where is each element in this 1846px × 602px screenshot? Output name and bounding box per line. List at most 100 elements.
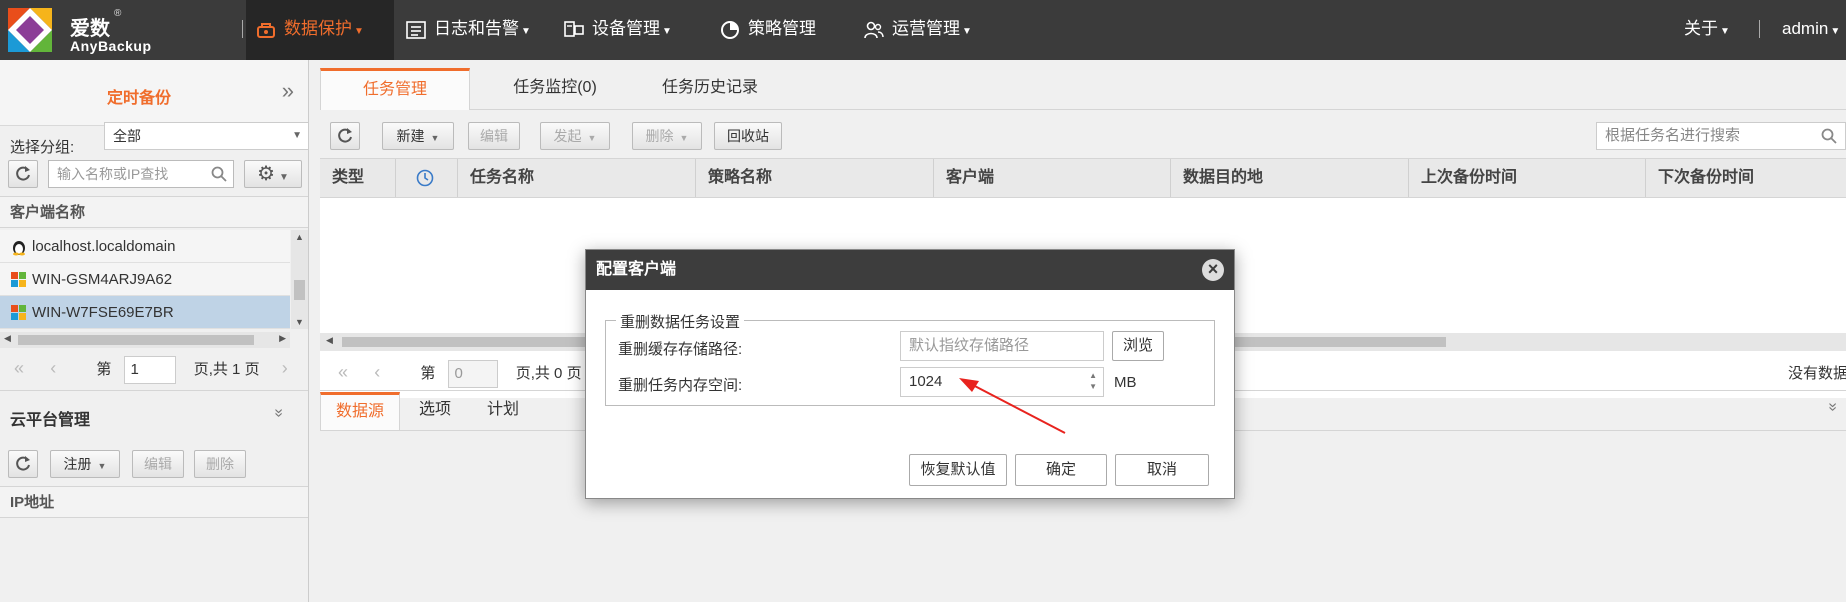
prev-page-icon[interactable]: ‹ bbox=[374, 362, 380, 382]
nav-logs-alerts[interactable]: 日志和告警 ▼ bbox=[396, 0, 546, 60]
nav-label: 设备管理 bbox=[592, 19, 660, 38]
client-list-item-selected[interactable]: WIN-W7FSE69E7BR bbox=[0, 296, 290, 329]
page-number-input[interactable]: 0 bbox=[447, 360, 498, 388]
task-search-input[interactable]: 根据任务名进行搜索 bbox=[1596, 122, 1846, 150]
register-button[interactable]: 注册 ▼ bbox=[50, 450, 120, 478]
nav-policy-management[interactable]: 策略管理 bbox=[710, 0, 840, 60]
scrollbar-thumb[interactable] bbox=[294, 280, 305, 300]
dedup-settings-fieldset: 重删数据任务设置 重删缓存存储路径: 默认指纹存储路径 浏览 重删任务内存空间:… bbox=[605, 311, 1215, 406]
no-data-text: 没有数据 bbox=[1788, 365, 1846, 382]
client-name: WIN-W7FSE69E7BR bbox=[32, 304, 174, 321]
close-icon[interactable]: × bbox=[1202, 259, 1224, 281]
refresh-clients-button[interactable] bbox=[8, 160, 38, 188]
search-icon bbox=[1821, 128, 1837, 144]
pager-prefix: 第 bbox=[420, 364, 436, 382]
nav-divider bbox=[242, 20, 243, 38]
brand-logo[interactable]: 爱数 ® AnyBackup bbox=[8, 6, 208, 54]
number-stepper[interactable]: ▲ ▼ bbox=[1089, 370, 1097, 392]
username: admin bbox=[1782, 19, 1829, 38]
prev-page-icon[interactable]: ‹ bbox=[50, 358, 56, 378]
tab-task-history[interactable]: 任务历史记录 bbox=[640, 68, 780, 110]
tab-schedule[interactable]: 计划 bbox=[470, 392, 536, 430]
new-task-button[interactable]: 新建 ▼ bbox=[382, 122, 454, 150]
group-select-value: 全部 bbox=[113, 128, 141, 144]
nav-about[interactable]: 关于 ▼ bbox=[1674, 0, 1744, 60]
column-header-policy-name[interactable]: 策略名称 bbox=[696, 159, 934, 197]
nav-about-label: 关于 bbox=[1684, 19, 1718, 38]
scrollbar-thumb[interactable] bbox=[18, 335, 254, 345]
column-header-task-name[interactable]: 任务名称 bbox=[458, 159, 696, 197]
recycle-bin-button[interactable]: 回收站 bbox=[714, 122, 782, 150]
client-name: WIN-GSM4ARJ9A62 bbox=[32, 271, 173, 288]
edit-task-button[interactable]: 编辑 bbox=[468, 122, 520, 150]
column-header-client[interactable]: 客户端 bbox=[934, 159, 1171, 197]
client-settings-button[interactable]: ⚙ ▼ bbox=[244, 160, 302, 188]
dialog-title: 配置客户端 bbox=[596, 261, 677, 278]
task-pager: « ‹ 第 0 页,共 0 页 bbox=[338, 360, 582, 388]
tab-options[interactable]: 选项 bbox=[400, 392, 470, 430]
chevron-down-icon: ▼ bbox=[292, 130, 302, 141]
dialog-title-bar: 配置客户端 × bbox=[586, 250, 1234, 290]
cloud-edit-button[interactable]: 编辑 bbox=[132, 450, 184, 478]
client-search-placeholder: 输入名称或IP查找 bbox=[57, 166, 169, 182]
refresh-icon bbox=[16, 166, 30, 181]
clock-icon bbox=[416, 169, 434, 187]
chevron-down-icon: ▼ bbox=[679, 133, 689, 143]
brand-reg-mark: ® bbox=[114, 8, 122, 19]
tab-task-monitor[interactable]: 任务监控(0) bbox=[470, 68, 640, 110]
client-name-column-header: 客户端名称 bbox=[0, 196, 308, 228]
client-list-vertical-scrollbar[interactable]: ▲ ▼ bbox=[291, 230, 308, 329]
refresh-cloud-button[interactable] bbox=[8, 450, 38, 478]
chevron-down-icon: ▼ bbox=[430, 133, 440, 143]
first-page-icon[interactable]: « bbox=[14, 358, 24, 378]
left-panel-header: 定时备份 » bbox=[0, 60, 308, 126]
chevron-down-icon: ▼ bbox=[354, 26, 364, 37]
column-header-destination[interactable]: 数据目的地 bbox=[1171, 159, 1409, 197]
chevron-down-icon: ▼ bbox=[662, 26, 672, 37]
page-number-input[interactable]: 1 bbox=[123, 356, 176, 384]
ok-button[interactable]: 确定 bbox=[1015, 454, 1107, 486]
client-list-horizontal-scrollbar[interactable]: ◀ ▶ bbox=[0, 332, 290, 348]
start-task-button[interactable]: 发起 ▼ bbox=[540, 122, 610, 150]
group-select-label: 选择分组: bbox=[10, 139, 75, 156]
group-select[interactable]: 全部 ▼ bbox=[104, 122, 309, 150]
next-page-icon[interactable]: › bbox=[282, 358, 288, 378]
nav-device-management[interactable]: 设备管理 ▼ bbox=[554, 0, 694, 60]
cache-path-placeholder: 默认指纹存储路径 bbox=[909, 337, 1030, 354]
cancel-button[interactable]: 取消 bbox=[1115, 454, 1209, 486]
cache-path-input[interactable]: 默认指纹存储路径 bbox=[900, 331, 1104, 361]
start-task-label: 发起 bbox=[553, 128, 582, 144]
cache-path-label: 重删缓存存储路径: bbox=[618, 341, 743, 358]
column-header-status[interactable] bbox=[396, 159, 458, 197]
chevron-down-icon: ▼ bbox=[521, 26, 531, 37]
collapse-panel-icon[interactable]: » bbox=[282, 78, 294, 104]
users-icon bbox=[864, 21, 884, 38]
nav-user-menu[interactable]: admin ▼ bbox=[1772, 0, 1846, 60]
expand-detail-icon[interactable]: » bbox=[1823, 403, 1841, 412]
refresh-tasks-button[interactable] bbox=[330, 122, 360, 150]
windows-icon bbox=[11, 272, 26, 287]
tab-data-source[interactable]: 数据源 bbox=[320, 392, 400, 430]
chevron-down-icon: ▼ bbox=[279, 172, 289, 183]
expand-section-icon[interactable]: » bbox=[269, 409, 287, 418]
restore-defaults-button[interactable]: 恢复默认值 bbox=[909, 454, 1007, 486]
delete-task-button[interactable]: 删除 ▼ bbox=[632, 122, 702, 150]
scroll-up-icon: ▲ bbox=[295, 232, 304, 242]
nav-data-protection[interactable]: 数据保护 ▼ bbox=[246, 0, 394, 60]
client-list-item[interactable]: localhost.localdomain bbox=[0, 230, 290, 263]
client-list-item[interactable]: WIN-GSM4ARJ9A62 bbox=[0, 263, 290, 296]
tab-task-management[interactable]: 任务管理 bbox=[320, 68, 470, 110]
column-header-next-backup[interactable]: 下次备份时间 bbox=[1646, 159, 1846, 197]
column-header-last-backup[interactable]: 上次备份时间 bbox=[1409, 159, 1646, 197]
first-page-icon[interactable]: « bbox=[338, 362, 348, 382]
cloud-delete-button[interactable]: 删除 bbox=[194, 450, 246, 478]
anybackup-logo-icon bbox=[8, 8, 52, 52]
column-header-type[interactable]: 类型 bbox=[320, 159, 396, 197]
browse-button[interactable]: 浏览 bbox=[1112, 331, 1164, 361]
chevron-down-icon: ▼ bbox=[1830, 26, 1841, 37]
client-search-input[interactable]: 输入名称或IP查找 bbox=[48, 160, 234, 188]
ip-address-column-header: IP地址 bbox=[0, 486, 308, 518]
task-search-placeholder: 根据任务名进行搜索 bbox=[1605, 127, 1741, 144]
nav-operations-management[interactable]: 运营管理 ▼ bbox=[854, 0, 994, 60]
scroll-left-icon: ◀ bbox=[4, 333, 11, 343]
